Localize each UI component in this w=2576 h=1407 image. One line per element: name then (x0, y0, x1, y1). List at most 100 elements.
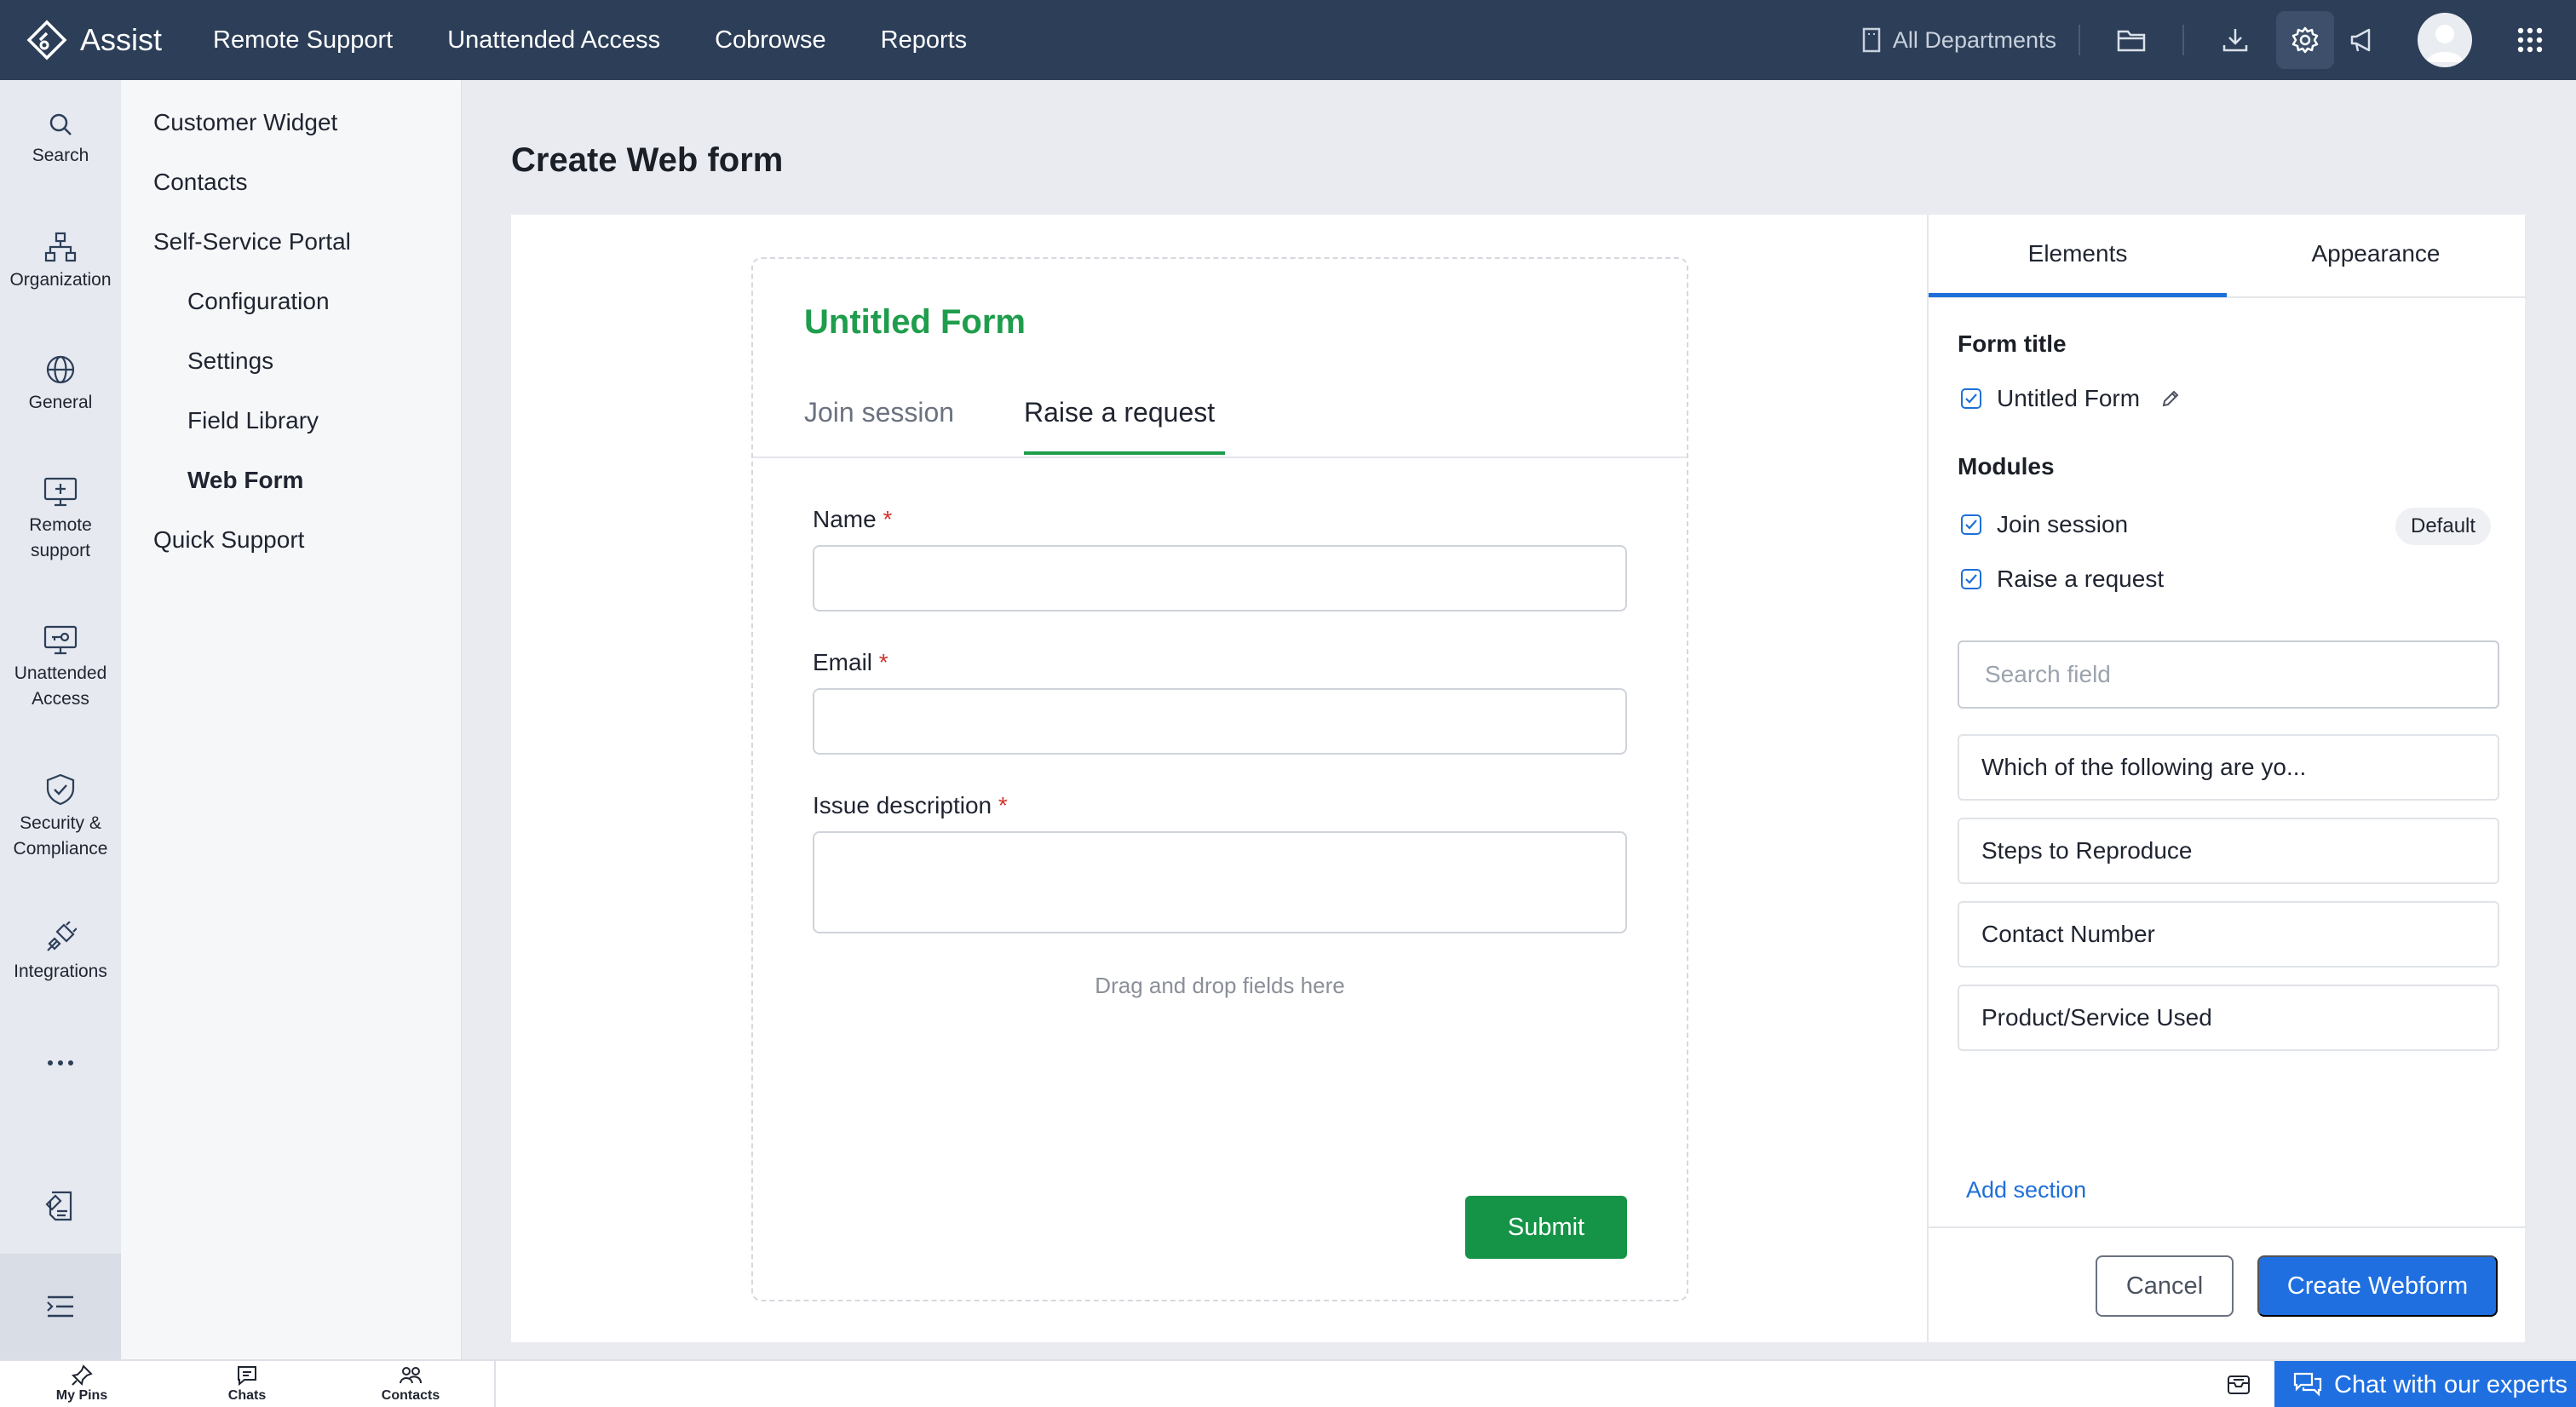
support-inbox-icon[interactable] (2225, 1371, 2252, 1398)
rail-search[interactable]: Search (0, 111, 121, 169)
issue-label: Issue description * (813, 792, 1008, 819)
rail-remote-support[interactable]: Remote support (0, 477, 121, 564)
search-field-input[interactable]: Search field (1958, 640, 2499, 709)
download-button[interactable] (2206, 11, 2264, 69)
tab-elements[interactable]: Elements (1929, 240, 2227, 267)
rail-tickets-button[interactable] (0, 1189, 121, 1228)
tab-raise-request[interactable]: Raise a request (1024, 397, 1215, 428)
globe-icon (46, 355, 75, 384)
monitor-key-icon (43, 625, 78, 655)
panel-footer-divider (1929, 1226, 2527, 1228)
department-selector[interactable]: All Departments (1862, 27, 2056, 54)
tab-join-session[interactable]: Join session (804, 397, 954, 428)
user-icon (2426, 25, 2464, 62)
collapse-menu-button[interactable] (0, 1254, 121, 1359)
issue-description-textarea[interactable] (813, 831, 1627, 933)
tab-divider (753, 457, 1687, 458)
subnav-settings[interactable]: Settings (187, 347, 273, 375)
field-library-item[interactable]: Steps to Reproduce (1958, 818, 2499, 884)
folder-button[interactable] (2102, 11, 2160, 69)
more-dots-icon (48, 1060, 73, 1065)
subnav-contacts[interactable]: Contacts (153, 169, 248, 196)
user-avatar[interactable] (2418, 13, 2472, 67)
apps-grid-icon (2517, 27, 2543, 53)
name-label-text: Name (813, 506, 877, 532)
apps-grid-button[interactable] (2501, 11, 2559, 69)
divider (2182, 25, 2184, 55)
rail-more-button[interactable] (0, 1058, 121, 1073)
email-label: Email * (813, 649, 888, 676)
chat-with-experts-button[interactable]: Chat with our experts (2274, 1361, 2576, 1407)
field-library-item[interactable]: Contact Number (1958, 901, 2499, 968)
assist-logo-icon (26, 20, 67, 60)
rail-general[interactable]: General (0, 354, 121, 416)
app-name: Assist (80, 22, 163, 57)
nav-unattended-access[interactable]: Unattended Access (447, 26, 660, 55)
download-icon (2222, 29, 2248, 52)
pin-icon (71, 1364, 93, 1387)
issue-label-text: Issue description (813, 792, 992, 818)
name-label: Name * (813, 506, 892, 533)
top-nav: Remote Support Unattended Access Cobrows… (213, 26, 967, 55)
active-panel-tab-indicator (1929, 293, 2227, 297)
form-title-checkbox[interactable] (1961, 388, 1981, 409)
left-rail: Search Organization General Remote suppo… (0, 80, 121, 1359)
subnav-self-service-portal[interactable]: Self-Service Portal (153, 228, 351, 256)
email-input[interactable] (813, 688, 1627, 755)
field-library-item[interactable]: Which of the following are yo... (1958, 734, 2499, 801)
rail-unattended-access-label: Unattended Access (14, 663, 107, 709)
name-input[interactable] (813, 545, 1627, 612)
rail-search-label: Search (32, 146, 89, 165)
chat-with-experts-label: Chat with our experts (2334, 1370, 2568, 1398)
cancel-button[interactable]: Cancel (2096, 1255, 2234, 1317)
subnav-web-form[interactable]: Web Form (187, 467, 303, 494)
announcements-button[interactable] (2334, 11, 2392, 69)
bottom-bar: My Pins Chats Contacts Chat with our exp… (0, 1359, 2576, 1407)
app-logo[interactable]: Assist (26, 19, 162, 61)
subnav-configuration[interactable]: Configuration (187, 288, 330, 315)
email-label-text: Email (813, 649, 873, 675)
nav-reports[interactable]: Reports (881, 26, 968, 55)
top-bar: Assist Remote Support Unattended Access … (0, 0, 2576, 80)
contacts-button[interactable]: Contacts (368, 1364, 453, 1404)
join-session-checkbox[interactable] (1961, 514, 1981, 535)
rail-security-label: Security & Compliance (13, 813, 108, 859)
top-right-tools: All Departments (1862, 0, 2576, 80)
rail-unattended-access[interactable]: Unattended Access (0, 625, 121, 712)
checkmark-icon (1965, 574, 1977, 584)
subnav-customer-widget[interactable]: Customer Widget (153, 109, 337, 136)
organization-icon (44, 232, 77, 262)
bottom-bar-divider (494, 1361, 496, 1407)
field-library-item[interactable]: Product/Service Used (1958, 985, 2499, 1051)
chats-button[interactable]: Chats (204, 1364, 290, 1404)
settings-button[interactable] (2276, 11, 2334, 69)
nav-cobrowse[interactable]: Cobrowse (715, 26, 826, 55)
checkmark-icon (1965, 393, 1977, 404)
rail-remote-support-label: Remote support (29, 515, 92, 560)
required-marker: * (998, 792, 1008, 818)
checkmark-icon (1965, 520, 1977, 530)
required-marker: * (883, 506, 893, 532)
rail-organization-label: Organization (9, 270, 112, 290)
create-webform-button[interactable]: Create Webform (2257, 1255, 2498, 1317)
rail-security-compliance[interactable]: Security & Compliance (0, 773, 121, 862)
rail-organization[interactable]: Organization (0, 232, 121, 293)
raise-request-checkbox[interactable] (1961, 569, 1981, 589)
subnav-field-library[interactable]: Field Library (187, 407, 319, 434)
elements-panel: Elements Appearance Form title Untitled … (1927, 215, 2527, 1342)
submit-button[interactable]: Submit (1465, 1196, 1627, 1259)
pencil-edit-icon[interactable] (2160, 388, 2181, 409)
department-label: All Departments (1892, 26, 2056, 53)
subnav-quick-support[interactable]: Quick Support (153, 526, 304, 554)
rail-integrations[interactable]: Integrations (0, 922, 121, 985)
default-badge: Default (2395, 508, 2492, 545)
nav-remote-support[interactable]: Remote Support (213, 26, 393, 55)
rail-integrations-label: Integrations (14, 962, 107, 981)
ticket-icon (45, 1191, 72, 1221)
chats-label: Chats (227, 1388, 267, 1403)
contacts-icon (400, 1367, 422, 1384)
tab-appearance[interactable]: Appearance (2227, 240, 2525, 267)
add-section-link[interactable]: Add section (1966, 1177, 2086, 1203)
my-pins-button[interactable]: My Pins (39, 1364, 124, 1404)
settings-subnav: Customer Widget Contacts Self-Service Po… (121, 80, 462, 1359)
